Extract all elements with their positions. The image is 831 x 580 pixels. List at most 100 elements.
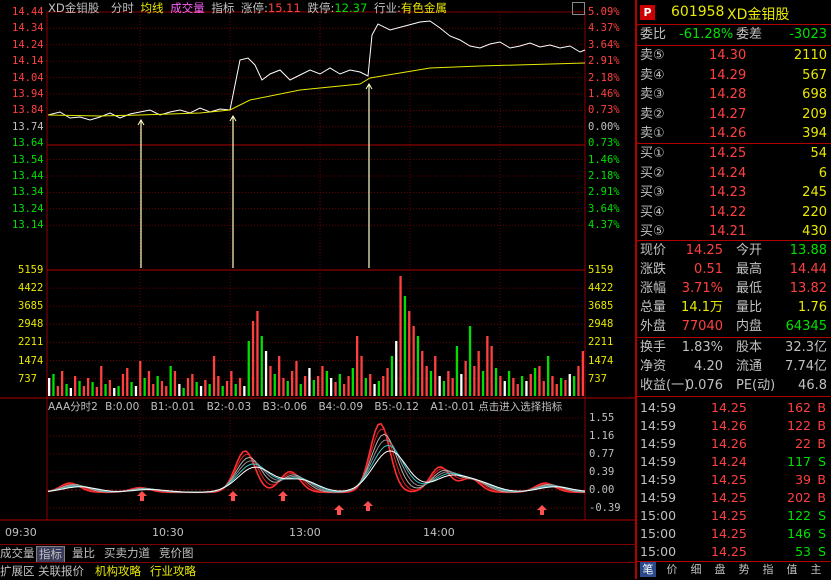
order-label: 买⑤ — [640, 224, 665, 239]
stat-value: 4.20 — [694, 359, 723, 374]
indicator-value-a1: A1:-0.01 — [430, 401, 475, 413]
buy-order-row[interactable]: 买② 14.24 6 — [639, 165, 829, 183]
tick-time: 14:59 — [640, 472, 677, 487]
volume-tick-label-right: 4422 — [588, 282, 614, 295]
tick-time: 14:59 — [640, 400, 677, 415]
tab-related-quotes[interactable]: 关联报价 — [36, 564, 86, 579]
order-label: 买② — [640, 165, 665, 181]
right-tab[interactable]: 价 — [664, 562, 680, 577]
stat-value: 77040 — [681, 319, 723, 334]
buy-order-row[interactable]: 买① 14.25 54 — [639, 145, 829, 163]
stat-label: 内盘 — [736, 319, 763, 334]
order-volume: 698 — [802, 87, 827, 102]
right-tab[interactable]: 势 — [736, 562, 752, 577]
menu-junxian[interactable]: 均线 — [141, 1, 164, 15]
header-stock-name: XD金钼股 — [48, 1, 100, 15]
right-tab[interactable]: 主 — [808, 562, 824, 577]
order-price: 14.23 — [709, 185, 747, 200]
tab-auction[interactable]: 竞价图 — [157, 546, 196, 561]
tick-row: 15:00 14.25 122 S — [639, 507, 829, 525]
right-tab[interactable]: 指 — [760, 562, 776, 577]
price-tick-label: 14.14 — [12, 55, 44, 68]
indicator-value-b5: B5:-0.12 — [374, 401, 419, 413]
order-label: 卖④ — [640, 67, 665, 83]
right-tab[interactable]: 盘 — [712, 562, 728, 577]
buy-order-row[interactable]: 买④ 14.22 220 — [639, 204, 829, 222]
right-tabs: 笔价细盘势指值主 — [637, 561, 831, 580]
right-tab[interactable]: 值 — [784, 562, 800, 577]
tick-time: 15:00 — [640, 526, 677, 541]
tick-volume: 122 — [787, 508, 811, 523]
stock-code: 601958 — [671, 4, 725, 20]
tick-volume: 146 — [787, 526, 811, 541]
buy-order-row[interactable]: 买③ 14.23 245 — [639, 184, 829, 202]
tick-row: 14:59 14.24 117 S — [639, 453, 829, 471]
weicha-value: -3023 — [789, 27, 827, 42]
buy-order-row[interactable]: 买⑤ 14.21 430 — [639, 223, 829, 241]
tick-row: 14:59 14.25 162 B — [639, 399, 829, 417]
tab-volume[interactable]: 成交量 — [0, 546, 37, 561]
menu-volume[interactable]: 成交量 — [170, 1, 205, 15]
pct-tick-label: 1.46% — [588, 153, 620, 166]
sell-order-row[interactable]: 卖③ 14.28 698 — [639, 86, 829, 104]
volume-tick-label: 2948 — [18, 318, 44, 331]
sell-order-row[interactable]: 卖② 14.27 209 — [639, 106, 829, 124]
tick-volume: 162 — [787, 400, 811, 415]
limit-down-value: 12.37 — [334, 1, 368, 15]
stat-label: 换手 — [640, 340, 667, 355]
stat-value: 1.83% — [681, 340, 723, 355]
tick-time: 14:59 — [640, 418, 677, 433]
order-price: 14.25 — [709, 146, 747, 161]
stat-label: 涨跌 — [640, 262, 667, 277]
tab-industry[interactable]: 行业攻略 — [148, 564, 198, 579]
stat-value: 14.1万 — [681, 300, 723, 315]
sell-order-row[interactable]: 卖⑤ 14.30 2110 — [639, 47, 829, 65]
volume-tick-label: 2211 — [18, 336, 44, 349]
right-tab[interactable]: 细 — [688, 562, 704, 577]
indicator-value-b2: B2:-0.03 — [206, 401, 252, 413]
volume-bars — [48, 276, 584, 396]
price-tick-label: 14.24 — [12, 38, 44, 51]
stat-label: 现价 — [640, 243, 667, 258]
tick-row: 14:59 14.26 122 B — [639, 417, 829, 435]
tick-time: 14:59 — [640, 490, 677, 505]
right-tab[interactable]: 笔 — [640, 562, 656, 577]
price-tick-label: 14.04 — [12, 71, 44, 84]
tick-side: B — [817, 436, 826, 451]
stat-label: 最低 — [736, 281, 763, 296]
chart-close-button[interactable] — [572, 2, 585, 15]
stat-value: 14.44 — [789, 262, 827, 277]
indicator-tick-label: 0.39 — [589, 466, 615, 478]
price-tick-label: 13.74 — [12, 120, 44, 133]
stat-label: 股本 — [736, 340, 763, 355]
sell-order-row[interactable]: 卖④ 14.29 567 — [639, 67, 829, 85]
tick-time: 14:59 — [640, 436, 677, 451]
tab-volume-ratio[interactable]: 量比 — [70, 546, 97, 561]
tick-side: S — [818, 454, 826, 469]
volume-tick-label: 737 — [18, 372, 37, 385]
order-label: 买① — [640, 146, 665, 161]
tab-institution[interactable]: 机构攻略 — [93, 564, 143, 579]
order-volume: 567 — [802, 67, 827, 83]
price-tick-label: 14.44 — [12, 6, 44, 18]
menu-indicator[interactable]: 指标 — [211, 1, 234, 15]
order-label: 买③ — [640, 185, 665, 200]
indicator-tick-label: 1.55 — [589, 412, 615, 424]
tab-extension[interactable]: 扩展区 — [0, 564, 37, 579]
tab-indicator[interactable]: 指标 — [36, 546, 65, 563]
pct-tick-label: 2.18% — [588, 170, 620, 182]
tick-side: S — [818, 508, 826, 523]
volume-tick-label-right: 5159 — [588, 264, 614, 276]
tab-buy-sell-force[interactable]: 买卖力道 — [102, 546, 152, 561]
industry-value: 有色金属 — [400, 1, 447, 15]
stat-value: 3.71% — [681, 281, 723, 296]
indicator-header: AAA分时2 B:0.00 B1:-0.01 B2:-0.03 B3:-0.06… — [48, 401, 562, 414]
menu-fenshi[interactable]: 分时 — [111, 1, 134, 15]
weibi-row: 委比 -61.28% 委差 -3023 — [639, 26, 829, 44]
sell-order-row[interactable]: 卖① 14.26 394 — [639, 125, 829, 143]
order-volume: 245 — [802, 185, 827, 200]
indicator-select-link[interactable]: 点击进入选择指标 — [478, 401, 562, 413]
tick-row: 15:00 14.25 146 S — [639, 525, 829, 543]
limit-down-label: 跌停: — [307, 1, 335, 15]
pct-tick-label: 2.18% — [588, 71, 620, 84]
